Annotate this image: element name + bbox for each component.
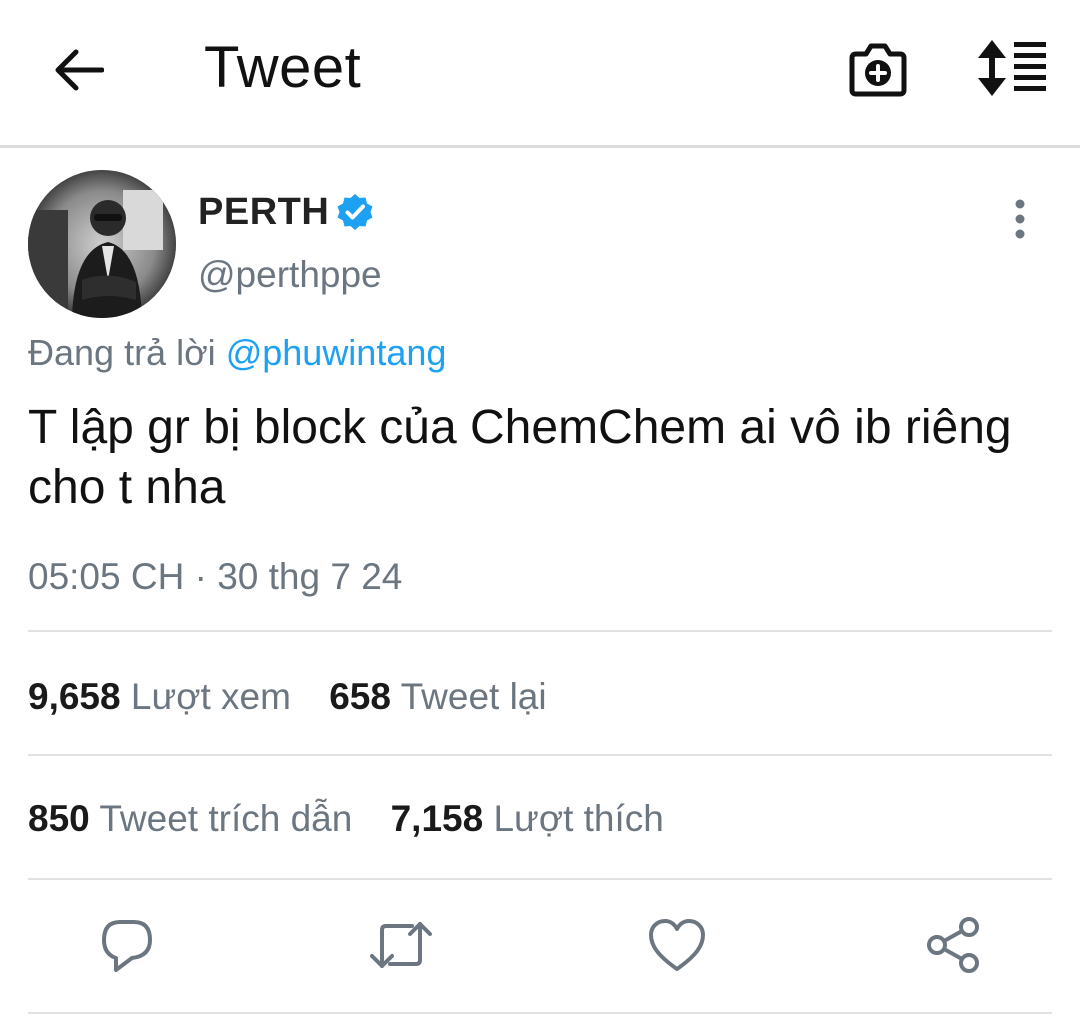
back-arrow-icon	[55, 49, 104, 91]
share-icon	[927, 917, 979, 973]
divider	[28, 754, 1052, 756]
quotes-stat[interactable]: 850 Tweet trích dẫn	[28, 798, 352, 840]
likes-stat[interactable]: 7,158 Lượt thích	[391, 798, 664, 840]
stats-row-2: 850 Tweet trích dẫn 7,158 Lượt thích	[28, 798, 664, 840]
share-button[interactable]	[918, 910, 988, 980]
top-app-bar: Tweet	[0, 0, 1080, 148]
views-stat[interactable]: 9,658 Lượt xem	[28, 676, 291, 718]
views-label: Lượt xem	[130, 676, 291, 717]
more-options-button[interactable]	[1000, 196, 1040, 242]
tweet-timestamp: 05:05 CH · 30 thg 7 24	[28, 556, 403, 597]
retweets-label: Tweet lại	[400, 676, 547, 717]
reply-mention-link[interactable]: @phuwintang	[226, 332, 447, 373]
camera-button[interactable]	[846, 38, 910, 102]
quotes-count: 850	[28, 798, 90, 839]
divider	[28, 878, 1052, 880]
user-handle[interactable]: @perthppe	[198, 254, 382, 296]
retweets-stat[interactable]: 658 Tweet lại	[329, 676, 546, 718]
sort-button[interactable]	[974, 36, 1050, 100]
reply-context: Đang trả lời @phuwintang	[28, 332, 446, 374]
retweets-count: 658	[329, 676, 391, 717]
avatar[interactable]	[28, 170, 176, 318]
reply-icon	[102, 920, 152, 972]
reply-prefix: Đang trả lời	[28, 332, 216, 373]
more-vertical-icon	[1015, 199, 1025, 239]
back-button[interactable]	[48, 40, 108, 100]
page-title: Tweet	[204, 35, 362, 100]
verified-badge-icon	[337, 194, 373, 230]
reply-button[interactable]	[92, 910, 162, 980]
camera-add-icon	[849, 43, 907, 97]
like-icon	[649, 919, 705, 971]
sort-list-icon	[978, 40, 1046, 96]
divider	[28, 1012, 1052, 1014]
likes-count: 7,158	[390, 798, 484, 839]
tweet-actions-bar	[0, 910, 1080, 982]
display-name: PERTH	[198, 190, 330, 233]
likes-label: Lượt thích	[493, 798, 664, 839]
retweet-icon	[370, 922, 432, 968]
like-button[interactable]	[642, 910, 712, 980]
retweet-button[interactable]	[366, 910, 436, 980]
quotes-label: Tweet trích dẫn	[99, 798, 353, 839]
display-name-row[interactable]: PERTH	[198, 190, 375, 234]
avatar-photo	[28, 170, 176, 318]
views-count: 9,658	[28, 676, 121, 717]
stats-row-1: 9,658 Lượt xem 658 Tweet lại	[28, 676, 547, 718]
divider	[28, 630, 1052, 632]
tweet-text: T lập gr bị block của ChemChem ai vô ib …	[28, 401, 1012, 514]
